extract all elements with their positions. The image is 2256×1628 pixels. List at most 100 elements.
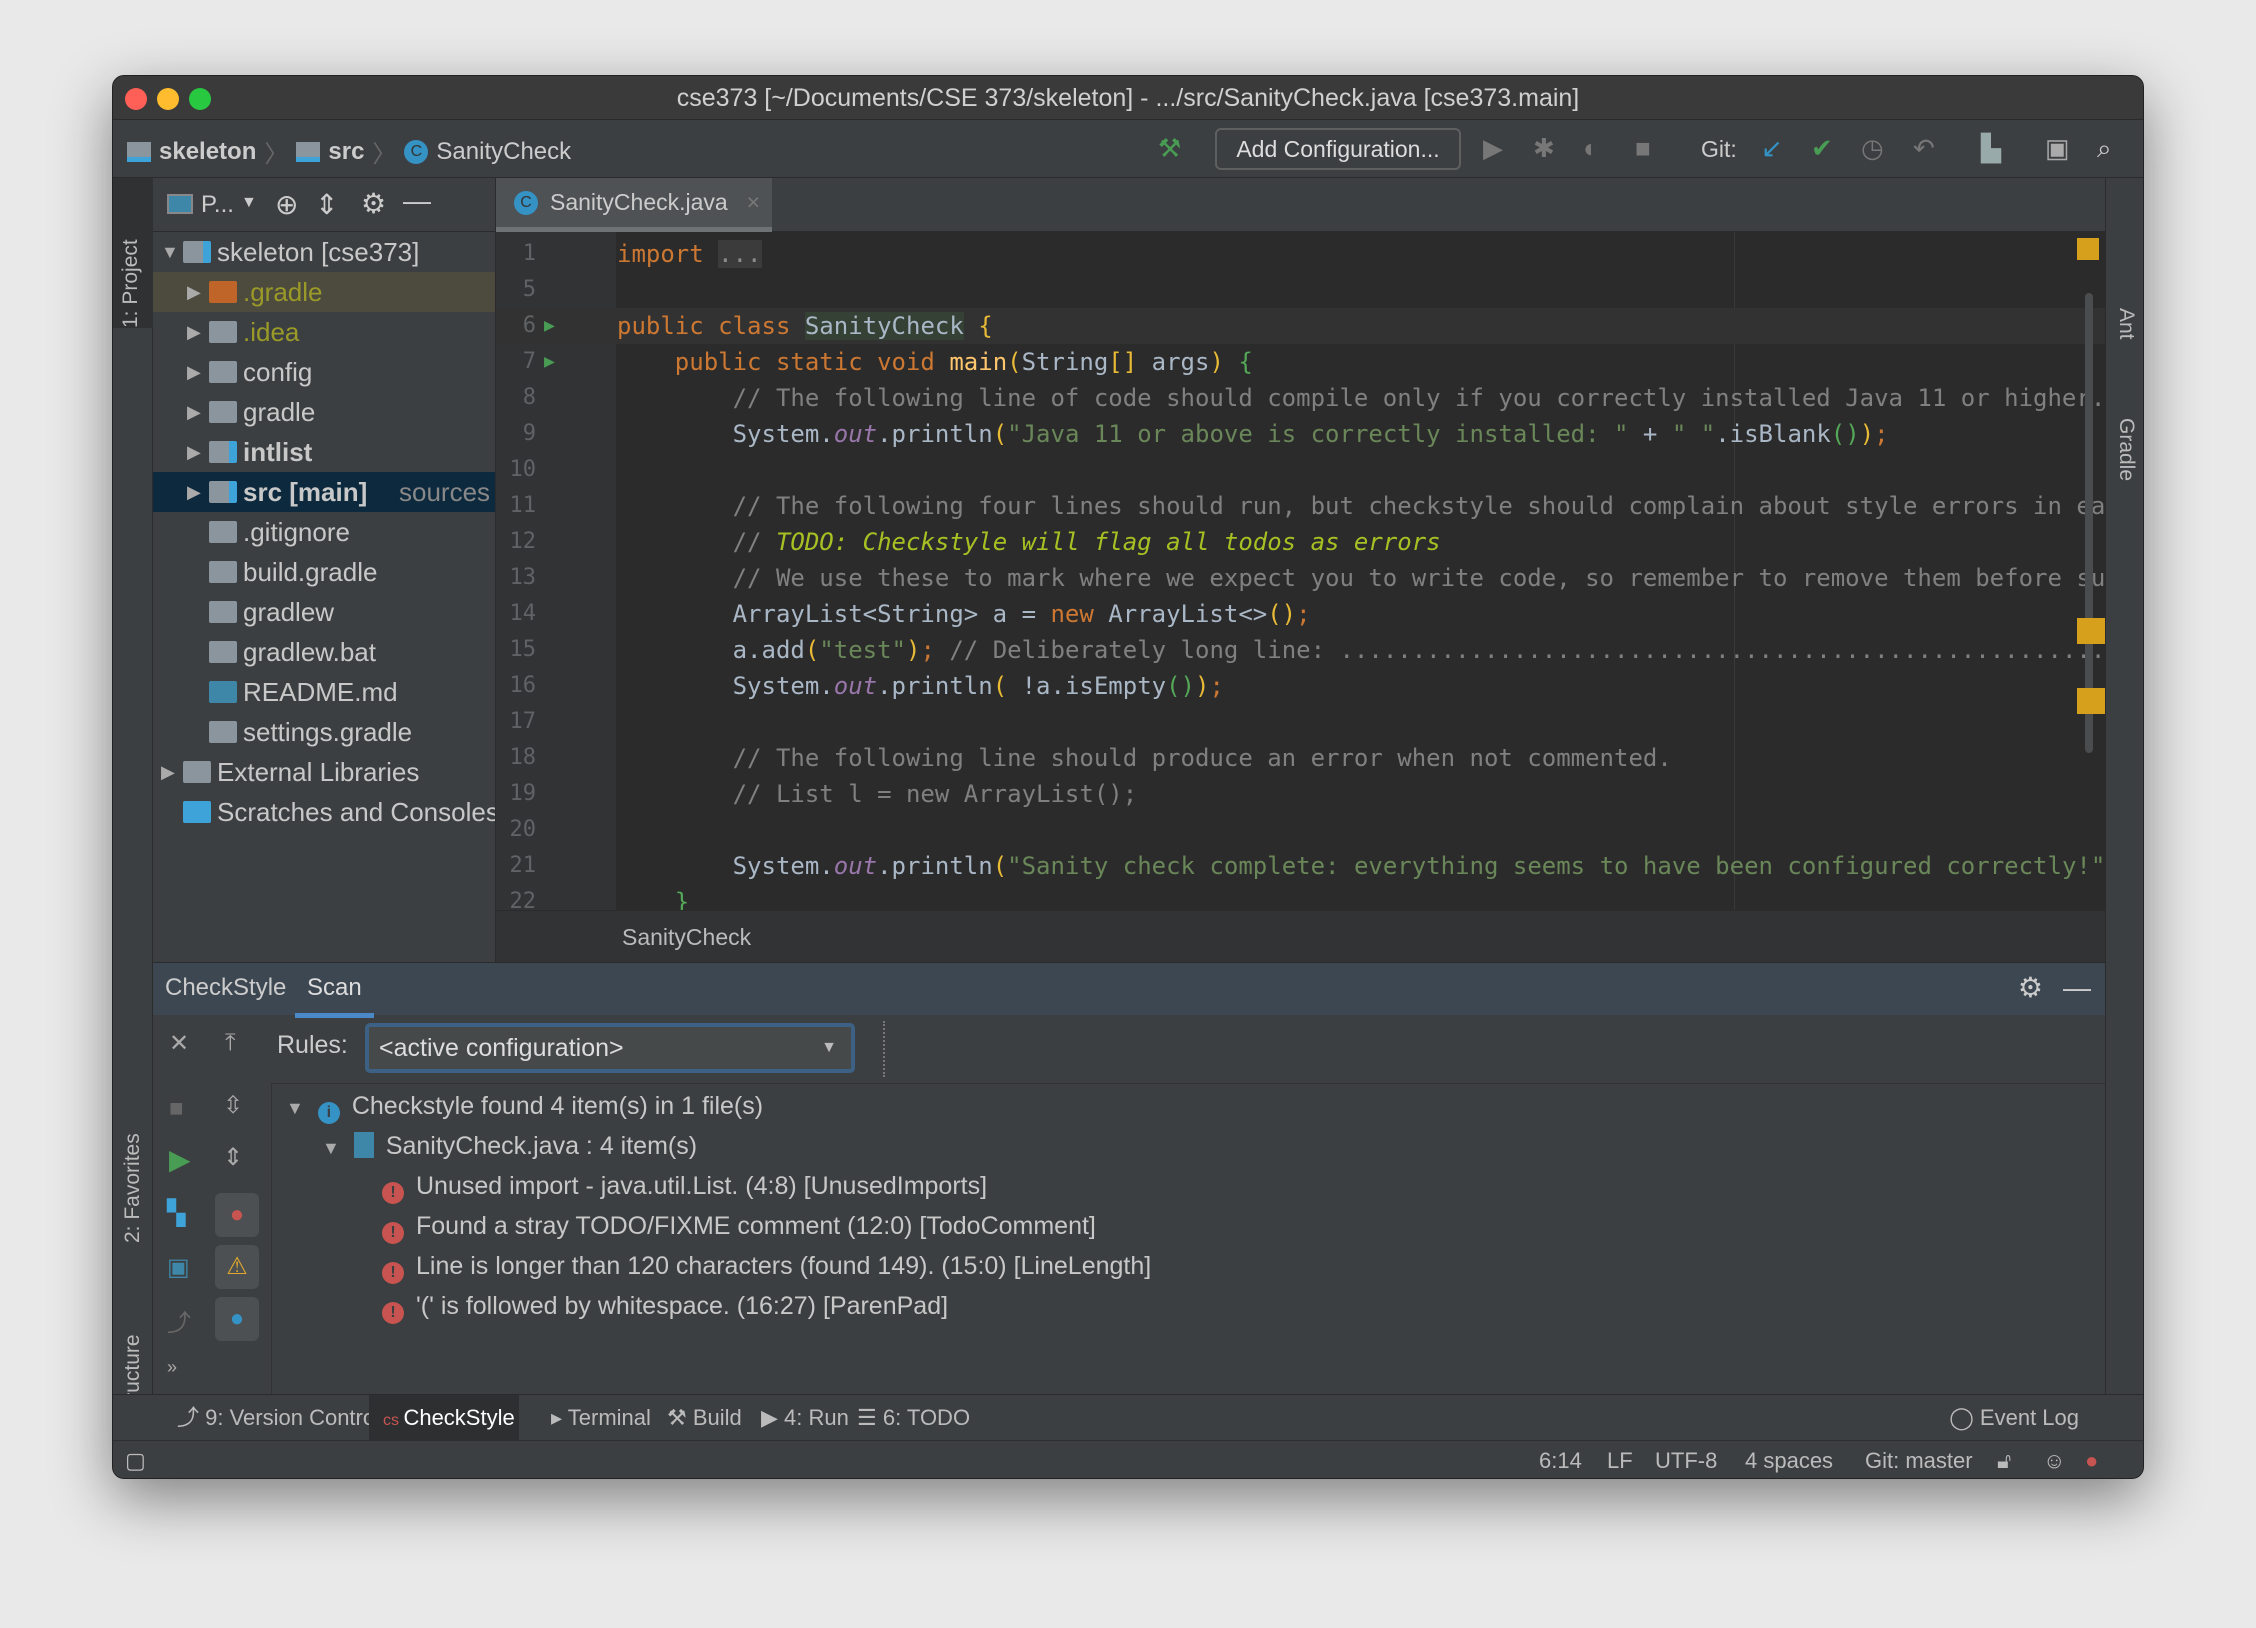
result-item[interactable]: ! '(' is followed by whitespace. (16:27) … bbox=[382, 1286, 948, 1326]
check-project-icon[interactable]: ⤒ bbox=[225, 1029, 236, 1057]
add-configuration-button[interactable]: Add Configuration... bbox=[1215, 128, 1461, 170]
code-line[interactable]: 20 bbox=[496, 812, 2105, 848]
project-scope-icon[interactable]: ▣ bbox=[167, 1253, 190, 1282]
stop-icon[interactable]: ■ bbox=[1635, 133, 1651, 164]
tab-scan[interactable]: Scan bbox=[295, 963, 374, 1018]
breadcrumb-skeleton[interactable]: skeleton bbox=[159, 138, 256, 166]
results-summary-row[interactable]: ▼ i Checkstyle found 4 item(s) in 1 file(s… bbox=[286, 1086, 763, 1126]
code-line[interactable]: 12 // TODO: Checkstyle will flag all tod… bbox=[496, 524, 2105, 560]
error-stripe-mark[interactable] bbox=[2077, 688, 2105, 714]
tree-item[interactable]: ▶ gradle bbox=[153, 392, 495, 432]
code-line[interactable]: 5 bbox=[496, 272, 2105, 308]
tool-todo[interactable]: ☰ 6: TODO bbox=[843, 1395, 984, 1441]
results-file-row[interactable]: ▼ SanityCheck.java : 4 item(s) bbox=[322, 1126, 697, 1166]
run-gutter-icon[interactable]: ▶ bbox=[544, 344, 555, 380]
tree-item[interactable]: ▼ skeleton [cse373] bbox=[153, 232, 495, 272]
collapsed-arrow-icon[interactable]: ▶ bbox=[187, 392, 201, 432]
code-view[interactable]: 1 import ... 5 6 ▶ public class SanityCheck {… bbox=[496, 232, 2105, 910]
vcs-scope-icon[interactable]: ⤴ bbox=[167, 1303, 191, 1338]
code-line[interactable]: 8 // The following line of code should c… bbox=[496, 380, 2105, 416]
project-structure-icon[interactable]: ▙ bbox=[1981, 133, 2001, 164]
error-indicator-icon[interactable]: ● bbox=[2085, 1441, 2098, 1478]
tool-checkstyle[interactable]: cs CheckStyle bbox=[369, 1395, 519, 1441]
show-errors-toggle[interactable]: ● bbox=[215, 1193, 259, 1237]
ant-tool-button[interactable]: Ant bbox=[2114, 308, 2138, 340]
file-encoding[interactable]: UTF-8 bbox=[1655, 1441, 1717, 1478]
locate-icon[interactable]: ⊕ bbox=[275, 188, 298, 221]
code-line[interactable]: 19 // List l = new ArrayList(); bbox=[496, 776, 2105, 812]
more-icon[interactable]: » bbox=[167, 1357, 177, 1378]
expand-all-icon[interactable]: ⇳ bbox=[223, 1091, 243, 1120]
tree-item[interactable]: ▶ config bbox=[153, 352, 495, 392]
indent-setting[interactable]: 4 spaces bbox=[1745, 1441, 1833, 1478]
close-icon[interactable]: ✕ bbox=[169, 1029, 189, 1058]
tree-item[interactable]: gradlew bbox=[153, 592, 495, 632]
close-window-button[interactable] bbox=[125, 88, 147, 110]
inspector-icon[interactable]: ☺ bbox=[2043, 1441, 2065, 1478]
tool-event-log[interactable]: ◯ Event Log bbox=[1935, 1395, 2093, 1441]
editor-breadcrumb[interactable]: SanityCheck bbox=[496, 910, 2105, 962]
zoom-window-button[interactable] bbox=[189, 88, 211, 110]
caret-position[interactable]: 6:14 bbox=[1539, 1441, 1582, 1478]
tool-version-control[interactable]: ⤴ 9: Version Control bbox=[163, 1395, 394, 1441]
minimize-window-button[interactable] bbox=[157, 88, 179, 110]
show-info-toggle[interactable]: ● bbox=[215, 1297, 259, 1341]
git-branch[interactable]: Git: master bbox=[1865, 1441, 1973, 1478]
breadcrumb-src[interactable]: src bbox=[328, 138, 364, 166]
collapse-all-icon[interactable]: ⇕ bbox=[315, 188, 338, 221]
project-tool-button[interactable]: 1: Project bbox=[119, 239, 143, 328]
editor-scrollbar[interactable] bbox=[2085, 273, 2095, 913]
tree-item[interactable]: ▶ intlist bbox=[153, 432, 495, 472]
tree-item[interactable]: ▶ src [main] sources root bbox=[153, 472, 495, 512]
tree-item[interactable]: .gitignore bbox=[153, 512, 495, 552]
code-line[interactable]: 11 // The following four lines should ru… bbox=[496, 488, 2106, 524]
run-anything-icon[interactable]: ▣ bbox=[2045, 133, 2070, 164]
code-line[interactable]: 6 ▶ public class SanityCheck { bbox=[496, 308, 2105, 344]
code-line[interactable]: 7 ▶ public static void main(String[] args… bbox=[496, 344, 2105, 380]
run-icon[interactable]: ▶ bbox=[1483, 133, 1503, 164]
collapsed-arrow-icon[interactable]: ▶ bbox=[187, 432, 201, 472]
show-warnings-toggle[interactable]: ⚠ bbox=[215, 1245, 259, 1289]
git-commit-icon[interactable]: ✔ bbox=[1811, 133, 1833, 164]
git-history-icon[interactable]: ◷ bbox=[1861, 133, 1884, 164]
tool-terminal[interactable]: ▸ Terminal bbox=[537, 1395, 665, 1441]
hide-icon[interactable]: — bbox=[2063, 963, 2091, 1013]
error-stripe-mark[interactable] bbox=[2077, 618, 2105, 644]
code-line[interactable]: 17 bbox=[496, 704, 2105, 740]
git-update-icon[interactable]: ↙ bbox=[1761, 133, 1783, 164]
line-separator[interactable]: LF bbox=[1607, 1441, 1633, 1478]
search-icon[interactable]: ⌕ bbox=[2097, 133, 2112, 165]
tree-item[interactable]: settings.gradle bbox=[153, 712, 495, 752]
debug-icon[interactable]: ✱ bbox=[1533, 133, 1555, 164]
lock-icon[interactable]: 🔓︎ bbox=[1997, 1441, 2011, 1478]
module-scope-icon[interactable]: ▚ bbox=[167, 1199, 185, 1228]
gear-icon[interactable]: ⚙ bbox=[361, 187, 386, 220]
code-line[interactable]: 16 System.out.println( !a.isEmpty()); bbox=[496, 668, 2105, 704]
code-line[interactable]: 13 // We use these to mark where we expe… bbox=[496, 560, 2106, 596]
tree-item[interactable]: README.md bbox=[153, 672, 495, 712]
code-line[interactable]: 10 bbox=[496, 452, 2105, 488]
code-line[interactable]: 9 System.out.println("Java 11 or above i… bbox=[496, 416, 2105, 452]
gear-icon[interactable]: ⚙ bbox=[2018, 963, 2043, 1013]
run-icon[interactable]: ▶ bbox=[169, 1143, 191, 1176]
tree-item[interactable]: gradlew.bat bbox=[153, 632, 495, 672]
gradle-tool-button[interactable]: Gradle bbox=[2114, 418, 2138, 481]
inspection-warning-icon[interactable] bbox=[2077, 238, 2099, 260]
result-item[interactable]: ! Unused import - java.util.List. (4:8) [… bbox=[382, 1166, 987, 1206]
code-line[interactable]: 14 ArrayList<String> a = new ArrayList<>… bbox=[496, 596, 2105, 632]
tab-sanitycheck-java[interactable]: C SanityCheck.java × bbox=[496, 178, 772, 232]
code-line[interactable]: 22 } bbox=[496, 884, 2105, 910]
project-view-selector[interactable]: P... bbox=[201, 191, 234, 219]
rules-select[interactable]: <active configuration> ▼ bbox=[365, 1023, 855, 1073]
collapsed-arrow-icon[interactable]: ▶ bbox=[187, 352, 201, 392]
collapsed-arrow-icon[interactable]: ▶ bbox=[187, 472, 201, 512]
result-item[interactable]: ! Line is longer than 120 characters (fou… bbox=[382, 1246, 1151, 1286]
collapsed-arrow-icon[interactable]: ▶ bbox=[187, 272, 201, 312]
build-hammer-icon[interactable]: ⚒ bbox=[1158, 133, 1181, 164]
run-gutter-icon[interactable]: ▶ bbox=[544, 308, 555, 344]
result-item[interactable]: ! Found a stray TODO/FIXME comment (12:0)… bbox=[382, 1206, 1096, 1246]
tree-item[interactable]: build.gradle bbox=[153, 552, 495, 592]
collapsed-arrow-icon[interactable]: ▶ bbox=[187, 312, 201, 352]
stop-icon[interactable]: ■ bbox=[169, 1095, 184, 1123]
git-rollback-icon[interactable]: ↶ bbox=[1913, 133, 1935, 164]
